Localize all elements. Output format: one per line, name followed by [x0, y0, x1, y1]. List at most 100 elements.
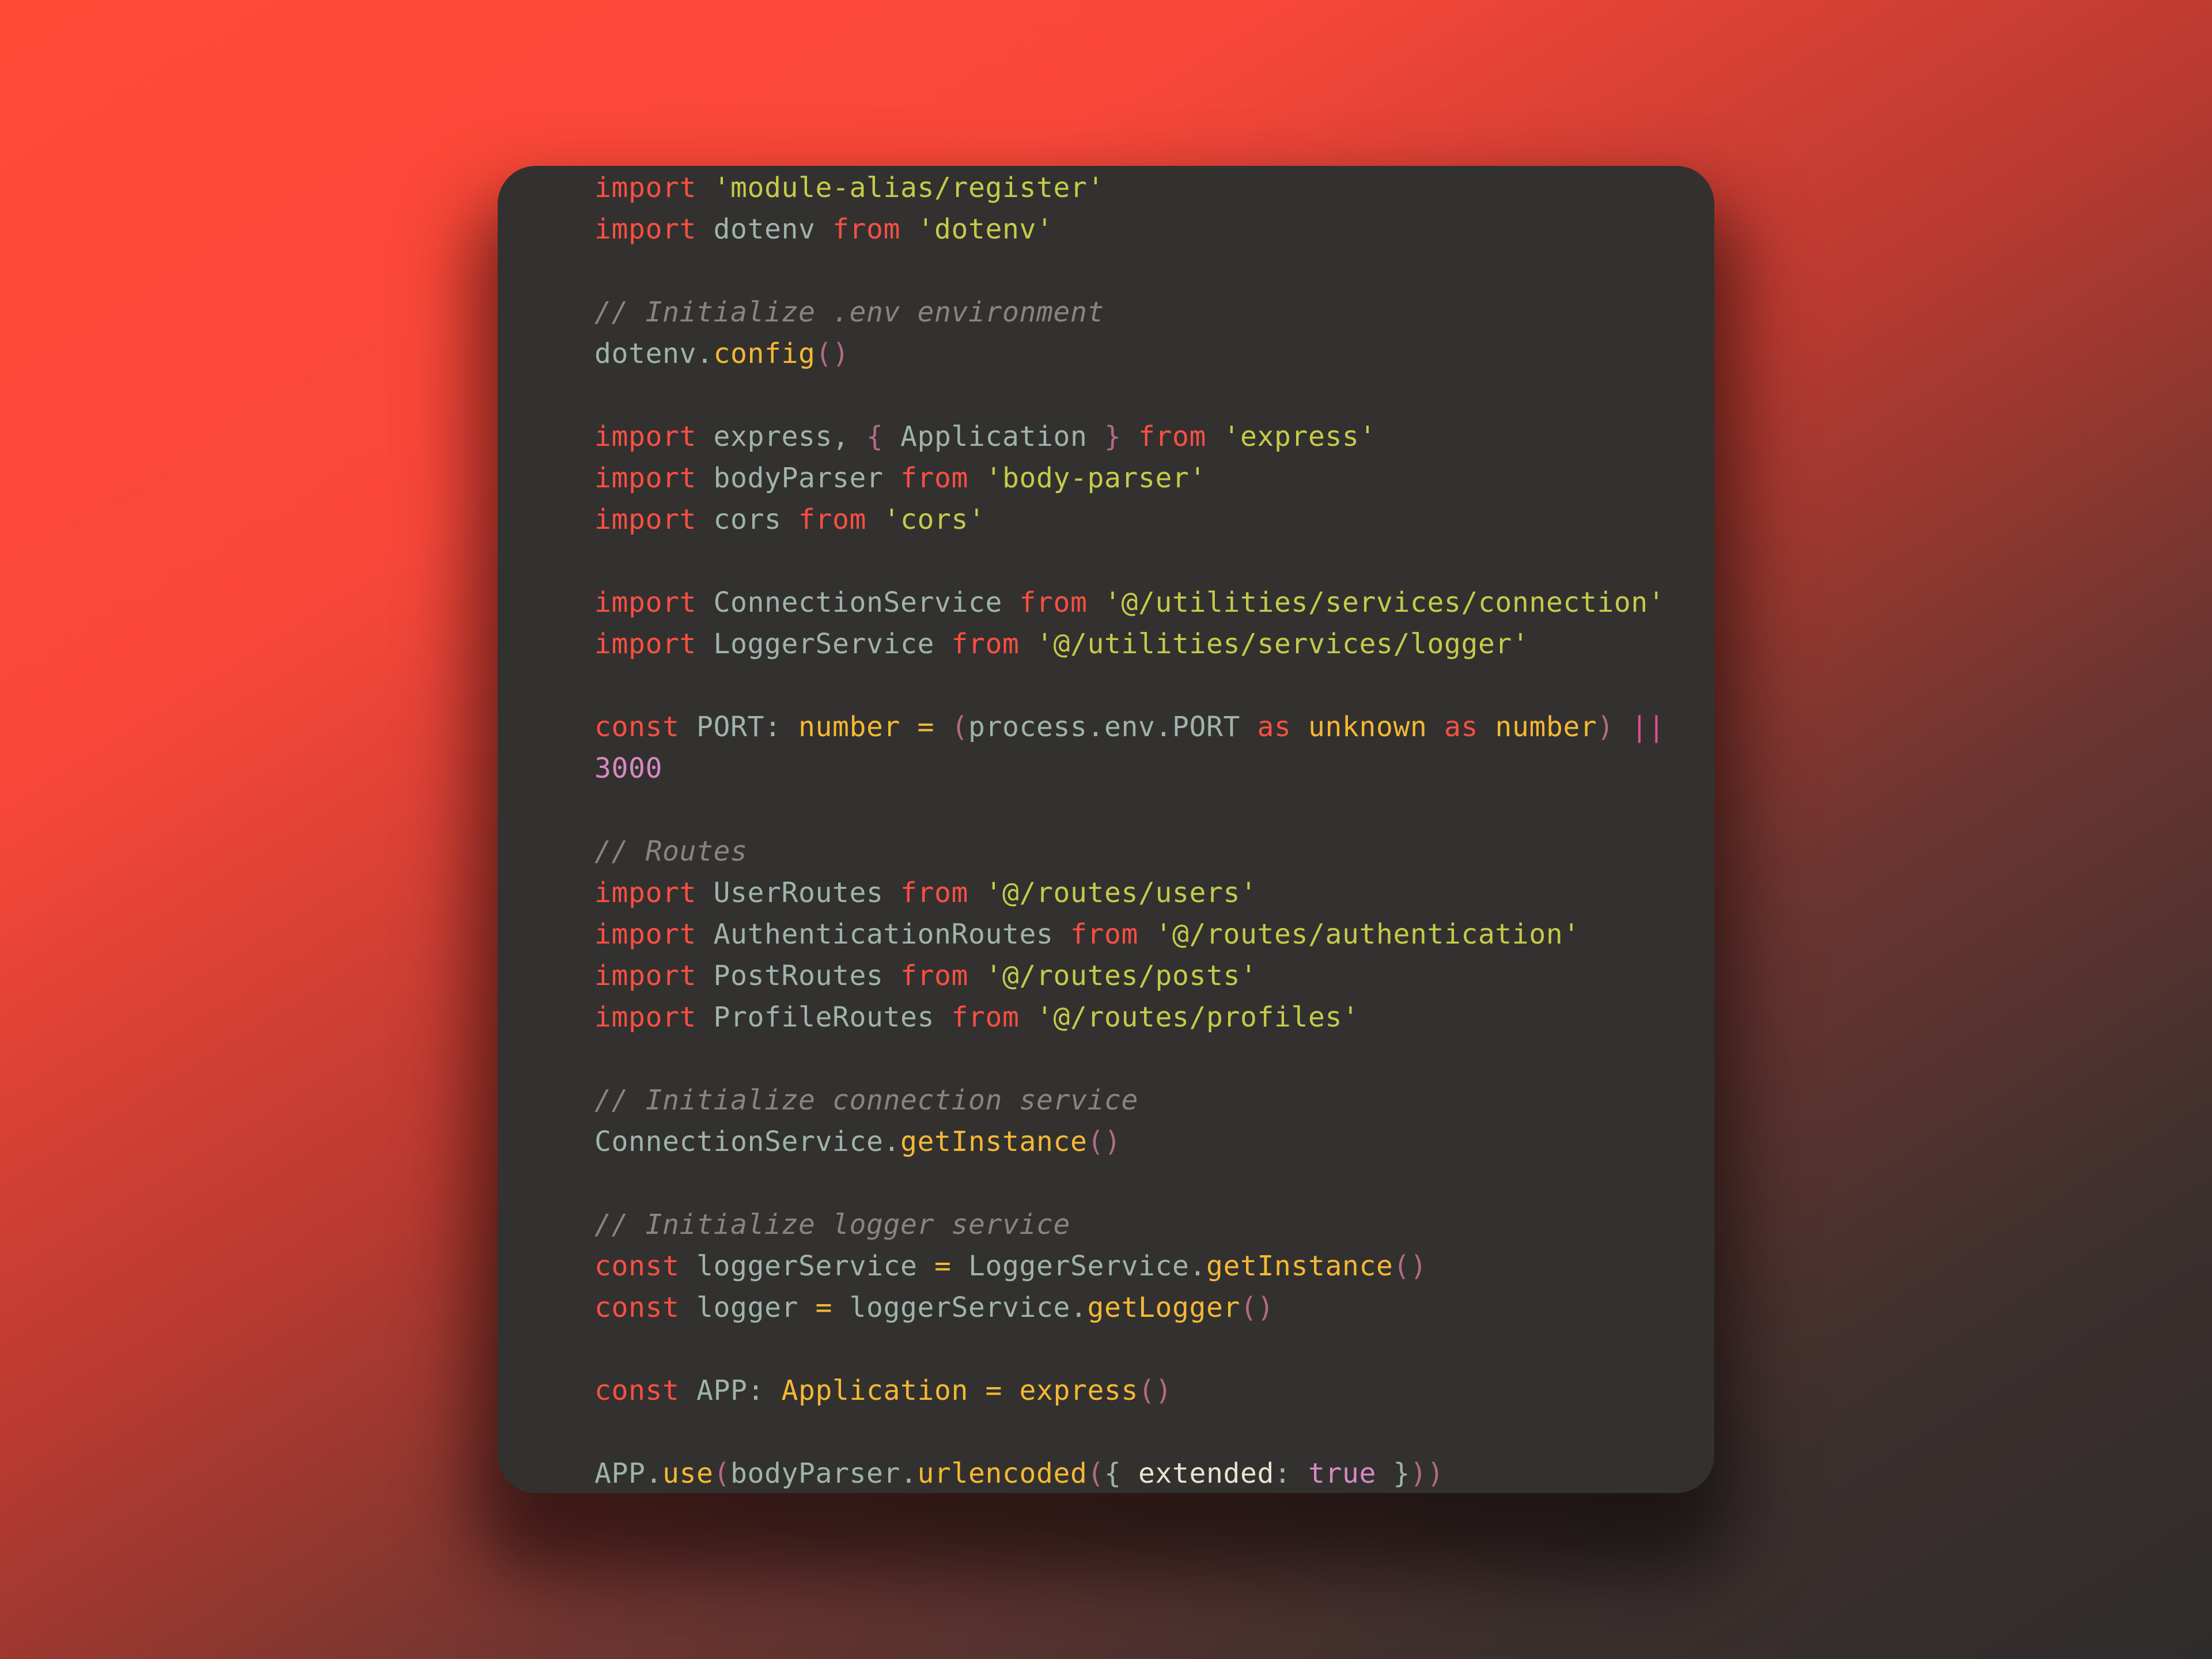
code-token-plain: AuthenticationRoutes: [696, 918, 1070, 950]
code-token-kw: as: [1444, 711, 1478, 743]
code-token-fn: getInstance: [1206, 1250, 1393, 1282]
code-token-kw: from: [832, 213, 900, 245]
code-line: // Initialize logger service: [594, 1204, 1714, 1245]
code-token-str: 'express': [1223, 421, 1376, 453]
code-token-op: =: [985, 1374, 1002, 1407]
code-token-brk: }: [1104, 421, 1122, 453]
code-token-pipe: ||: [1631, 711, 1665, 743]
code-token-plain: }: [1376, 1457, 1410, 1490]
code-token-plain: bodyParser.: [730, 1457, 918, 1490]
code-token-kw: from: [900, 462, 968, 494]
code-token-plain: UserRoutes: [696, 877, 900, 909]
code-token-plain: express,: [696, 421, 866, 453]
code-token-plain: process.env.PORT: [968, 711, 1257, 743]
code-token-str: '@/routes/posts': [985, 960, 1257, 992]
code-token-brk: (): [1240, 1291, 1274, 1324]
code-token-plain: dotenv.: [594, 338, 714, 370]
code-token-str: '@/routes/authentication': [1155, 918, 1580, 950]
code-line: const PORT: number = (process.env.PORT a…: [594, 706, 1714, 748]
code-token-kw: from: [798, 503, 866, 536]
code-token-plain: logger: [679, 1291, 816, 1324]
code-token-kw: import: [594, 918, 696, 950]
code-token-fn: getInstance: [900, 1126, 1088, 1158]
code-line: import dotenv from 'dotenv': [594, 209, 1714, 250]
code-token-brk: {: [866, 421, 884, 453]
code-token-kw: const: [594, 1291, 680, 1324]
code-token-plain: dotenv: [696, 213, 832, 245]
code-token-plain: ProfileRoutes: [696, 1001, 952, 1033]
code-token-str: '@/utilities/services/logger': [1036, 628, 1529, 660]
code-token-kw: import: [594, 1001, 696, 1033]
code-token-plain: Application: [883, 421, 1104, 453]
code-token-str: 'body-parser': [985, 462, 1206, 494]
code-token-brk: (): [815, 338, 850, 370]
code-token-bool: true: [1308, 1457, 1376, 1490]
code-token-brk: (: [1087, 1457, 1104, 1490]
code-token-kw: from: [1138, 421, 1206, 453]
code-token-kw: import: [594, 586, 696, 619]
code-token-str: '@/routes/profiles': [1036, 1001, 1359, 1033]
code-token-brk: (: [951, 711, 968, 743]
code-token-kw: import: [594, 877, 696, 909]
code-token-plain: cors: [696, 503, 798, 536]
code-line: import LoggerService from '@/utilities/s…: [594, 623, 1714, 665]
code-line: // Initialize .env environment: [594, 291, 1714, 333]
code-line: APP.use(bodyParser.urlencoded({ extended…: [594, 1453, 1714, 1493]
code-token-brk: (): [1393, 1250, 1427, 1282]
code-token-op: =: [917, 711, 934, 743]
code-token-kw: import: [594, 462, 696, 494]
code-token-brk: (): [1087, 1126, 1122, 1158]
code-token-cmt: // Routes: [594, 835, 748, 868]
code-token-plain: PORT:: [679, 711, 798, 743]
code-token-kw: import: [594, 172, 696, 204]
code-line: import express, { Application } from 'ex…: [594, 416, 1714, 457]
code-line: ConnectionService.getInstance(): [594, 1121, 1714, 1162]
code-token-type: number: [1495, 711, 1597, 743]
code-token-str: 'cors': [883, 503, 986, 536]
code-token-plain: ConnectionService.: [594, 1126, 900, 1158]
code-line: // Initialize connection service: [594, 1080, 1714, 1121]
code-token-num: 3000: [594, 752, 662, 785]
code-token-kw: const: [594, 1250, 680, 1282]
code-token-cmt: // Initialize logger service: [594, 1209, 1070, 1241]
code-token-plain: LoggerService: [696, 628, 952, 660]
code-line: import bodyParser from 'body-parser': [594, 457, 1714, 499]
code-token-type: Application: [781, 1374, 968, 1407]
code-token-kw: import: [594, 503, 696, 536]
code-token-kw: as: [1257, 711, 1291, 743]
code-token-plain: LoggerService.: [951, 1250, 1206, 1282]
code-token-brk: (: [713, 1457, 730, 1490]
code-token-plain: APP:: [679, 1374, 782, 1407]
code-token-fn: getLogger: [1087, 1291, 1240, 1324]
code-token-plain: :: [1274, 1457, 1308, 1490]
code-token-fn: express: [1019, 1374, 1138, 1407]
code-token-plain: bodyParser: [696, 462, 900, 494]
code-token-type: number: [798, 711, 900, 743]
code-token-plain: loggerService: [679, 1250, 934, 1282]
code-token-str: 'dotenv': [917, 213, 1054, 245]
code-token-prop: extended: [1138, 1457, 1274, 1490]
code-token-kw: import: [594, 960, 696, 992]
code-token-cmt: // Initialize .env environment: [594, 296, 1104, 328]
code-token-kw: from: [1070, 918, 1138, 950]
code-window: import 'module-alias/register' import dot…: [498, 166, 1714, 1493]
code-token-plain: {: [1104, 1457, 1138, 1490]
code-line: import 'module-alias/register': [594, 167, 1714, 209]
code-line: const loggerService = LoggerService.getI…: [594, 1245, 1714, 1287]
code-area[interactable]: import 'module-alias/register' import dot…: [594, 167, 1714, 1493]
